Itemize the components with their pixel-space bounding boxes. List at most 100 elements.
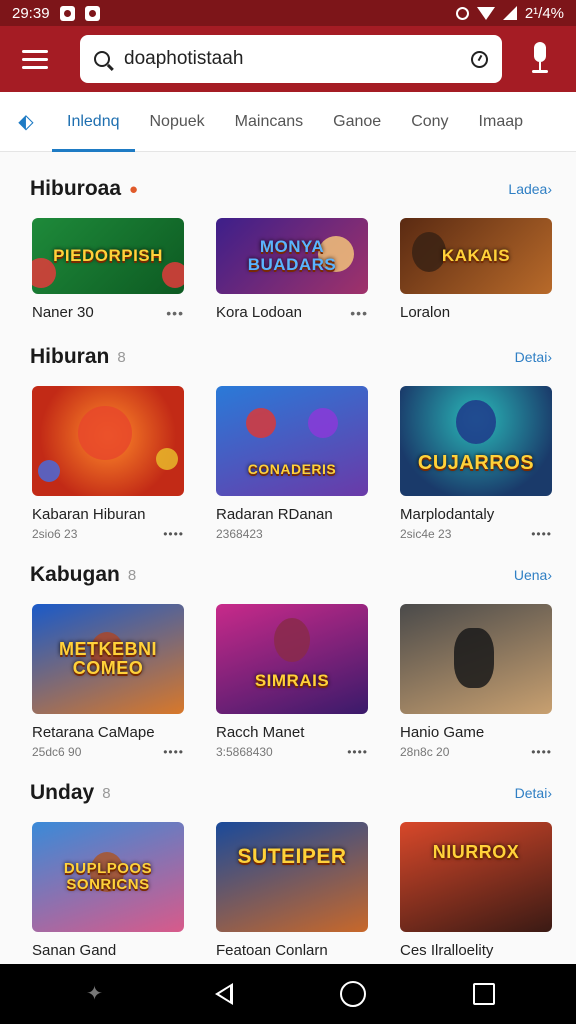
game-art-title: DUPLPOOS SONRICNS: [63, 860, 153, 893]
more-icon[interactable]: ••••: [347, 745, 368, 759]
game-art-title: PIEDORPISH: [53, 246, 163, 266]
status-bar: 29:39 2¹/4%: [0, 0, 576, 26]
game-card[interactable]: MONYA BUADARS Kora Lodoan •••: [216, 218, 368, 321]
more-icon[interactable]: ••••: [163, 745, 184, 759]
game-art-title: KAKAIS: [441, 246, 511, 266]
game-meta: 2sio6 23: [32, 527, 78, 541]
game-thumbnail[interactable]: SIMRAIS: [216, 604, 368, 714]
home-icon[interactable]: [339, 981, 366, 1007]
game-name: Ces Ilralloelity: [400, 942, 494, 959]
game-name: Kora Lodoan: [216, 304, 302, 321]
section-more-link[interactable]: Detai›: [515, 349, 552, 365]
section-more-link[interactable]: Detai›: [515, 785, 552, 801]
game-thumbnail[interactable]: SUTEIPER: [216, 822, 368, 932]
game-art-title: SIMRAIS: [254, 671, 330, 691]
game-art-title: NIURROX: [432, 841, 520, 862]
search-input[interactable]: doaphotistaah: [124, 48, 471, 70]
game-meta: 25dc6 90: [32, 745, 82, 759]
section-3: Kabugan 8 Uena› METKEBNI COMEO Retarana …: [0, 560, 576, 759]
game-thumbnail[interactable]: MONYA BUADARS: [216, 218, 368, 294]
game-card[interactable]: SIMRAIS Racch Manet 3:5868430 ••••: [216, 604, 368, 759]
game-name: Kabaran Hiburan: [32, 506, 146, 523]
game-thumbnail[interactable]: [400, 604, 552, 714]
game-name: Sanan Gand: [32, 942, 117, 959]
game-name: Radaran RDanan: [216, 506, 333, 523]
section-4: Unday 8 Detai› DUPLPOOS SONRICNS Sanan G…: [0, 778, 576, 959]
game-name: Racch Manet: [216, 724, 305, 741]
timer-icon[interactable]: [471, 50, 488, 68]
game-thumbnail[interactable]: [32, 386, 184, 496]
system-nav-bar: ✦: [0, 964, 576, 1024]
status-time: 29:39: [12, 4, 50, 22]
tab-5[interactable]: Cony: [396, 92, 463, 152]
battery-text: 2¹/4%: [524, 4, 564, 22]
wifi-icon: [476, 6, 495, 20]
tab-3[interactable]: Maincans: [220, 92, 318, 152]
game-name: Featoan Conlarn: [216, 942, 328, 959]
game-card[interactable]: KAKAIS Loralon: [400, 218, 552, 321]
game-art-title: CUJARROS: [417, 451, 535, 474]
back-icon[interactable]: [214, 983, 233, 1005]
flame-icon: ●: [129, 180, 139, 198]
tab-4[interactable]: Ganoe: [318, 92, 396, 152]
section-title: Kabugan: [30, 563, 120, 586]
game-meta: 2368423: [216, 527, 263, 541]
game-thumbnail[interactable]: METKEBNI COMEO: [32, 604, 184, 714]
microphone-icon[interactable]: [528, 42, 552, 76]
more-icon[interactable]: ••••: [531, 527, 552, 541]
section-1: Hiburoaa ● Ladea› PIEDORPISH Naner 30 •••…: [0, 174, 576, 321]
badge-icon: 8: [102, 784, 111, 802]
section-title: Hiburan: [30, 345, 110, 368]
menu-icon[interactable]: [14, 37, 58, 81]
section-2: Hiburan 8 Detai› Kabaran Hiburan 2sio6 2…: [0, 342, 576, 541]
game-thumbnail[interactable]: CUJARROS: [400, 386, 552, 496]
game-thumbnail[interactable]: DUPLPOOS SONRICNS: [32, 822, 184, 932]
game-card[interactable]: DUPLPOOS SONRICNS Sanan Gand: [32, 822, 184, 959]
more-icon[interactable]: ••••: [163, 527, 184, 541]
explore-icon[interactable]: ⬖: [0, 109, 52, 134]
more-icon[interactable]: •••: [166, 305, 184, 321]
game-meta: 28n8c 20: [400, 745, 450, 759]
game-name: Marplodantaly: [400, 506, 495, 523]
game-name: Retarana CaMape: [32, 724, 155, 741]
game-card[interactable]: PIEDORPISH Naner 30 •••: [32, 218, 184, 321]
search-bar[interactable]: doaphotistaah: [80, 35, 502, 83]
game-art-title: CONADERIS: [247, 460, 337, 477]
game-card[interactable]: CUJARROS Marplodantaly 2sic4e 23 ••••: [400, 386, 552, 541]
badge-icon: 8: [117, 348, 126, 366]
section-more-link[interactable]: Ladea›: [508, 181, 552, 197]
tab-1[interactable]: Inlednq: [52, 92, 135, 152]
badge-icon: 8: [127, 566, 137, 584]
signal-icon: [502, 6, 517, 20]
search-icon: [94, 51, 110, 67]
recent-apps-icon[interactable]: [472, 983, 495, 1005]
game-thumbnail[interactable]: NIURROX: [400, 822, 552, 932]
game-thumbnail[interactable]: PIEDORPISH: [32, 218, 184, 294]
game-name: Loralon: [400, 304, 451, 321]
game-card[interactable]: METKEBNI COMEO Retarana CaMape 25dc6 90 •…: [32, 604, 184, 759]
game-art-title: METKEBNI COMEO: [59, 639, 157, 678]
game-name: Naner 30: [32, 304, 94, 321]
game-card[interactable]: Kabaran Hiburan 2sio6 23 ••••: [32, 386, 184, 541]
game-art-title: MONYA BUADARS: [247, 237, 337, 274]
tab-2[interactable]: Nopuek: [135, 92, 220, 152]
more-icon[interactable]: ••••: [531, 745, 552, 759]
game-meta: 2sic4e 23: [400, 527, 452, 541]
section-title: Unday: [30, 781, 95, 804]
game-card[interactable]: SUTEIPER Featoan Conlarn: [216, 822, 368, 959]
game-card[interactable]: NIURROX Ces Ilralloelity: [400, 822, 552, 959]
game-card[interactable]: Hanio Game 28n8c 20 ••••: [400, 604, 552, 759]
notification-icon-2: [84, 5, 100, 21]
section-more-link[interactable]: Uena›: [514, 567, 552, 583]
game-card[interactable]: CONADERIS Radaran RDanan 2368423: [216, 386, 368, 541]
game-meta: 3:5868430: [216, 745, 273, 759]
game-thumbnail[interactable]: CONADERIS: [216, 386, 368, 496]
alarm-icon: [455, 6, 469, 20]
more-icon[interactable]: •••: [350, 305, 368, 321]
notification-icon: [59, 5, 75, 21]
game-thumbnail[interactable]: KAKAIS: [400, 218, 552, 294]
game-name: Hanio Game: [400, 724, 485, 741]
tab-6[interactable]: Imaap: [464, 92, 538, 152]
assistant-icon[interactable]: ✦: [82, 981, 108, 1007]
app-bar: doaphotistaah: [0, 26, 576, 92]
